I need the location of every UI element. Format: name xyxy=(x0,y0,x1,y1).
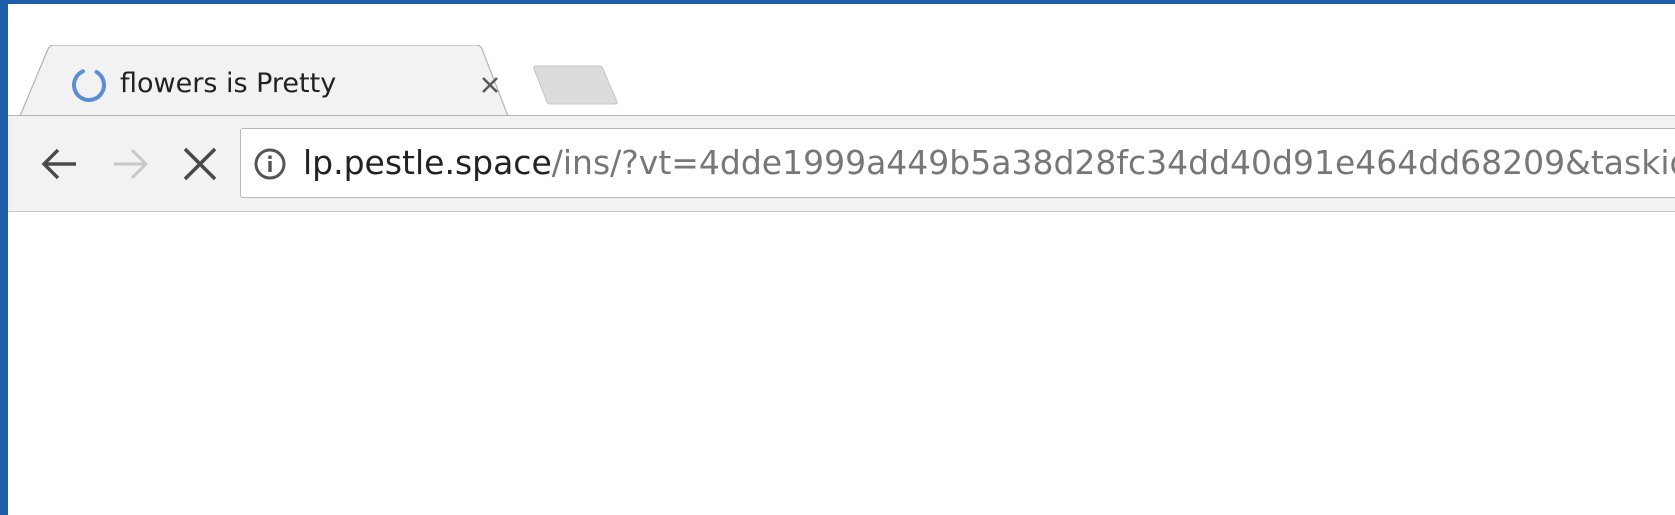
forward-arrow-icon xyxy=(114,148,149,180)
close-icon[interactable] xyxy=(476,71,504,99)
address-bar[interactable]: lp.pestle.space/ins/?vt=4dde1999a449b5a3… xyxy=(240,128,1675,198)
browser-window: flowers is Pretty lp.pestle.space/ins/?v… xyxy=(8,4,1675,515)
url-text[interactable]: lp.pestle.space/ins/?vt=4dde1999a449b5a3… xyxy=(303,141,1675,185)
new-tab-icon xyxy=(533,65,618,105)
url-host: lp.pestle.space xyxy=(303,143,552,182)
tab-strip: flowers is Pretty xyxy=(8,4,1675,117)
forward-button[interactable] xyxy=(106,140,154,188)
tab-active[interactable]: flowers is Pretty xyxy=(20,45,542,117)
back-button[interactable] xyxy=(36,140,84,188)
loading-spinner-icon xyxy=(70,66,108,104)
back-arrow-icon xyxy=(41,148,76,180)
stop-button[interactable] xyxy=(176,140,224,188)
tab-title: flowers is Pretty xyxy=(120,68,337,99)
stop-icon xyxy=(183,147,217,181)
new-tab-button[interactable] xyxy=(531,62,625,108)
page-content xyxy=(8,212,1675,515)
info-icon[interactable] xyxy=(253,147,287,181)
url-path: /ins/?vt=4dde1999a449b5a38d28fc34dd40d91… xyxy=(551,143,1675,182)
